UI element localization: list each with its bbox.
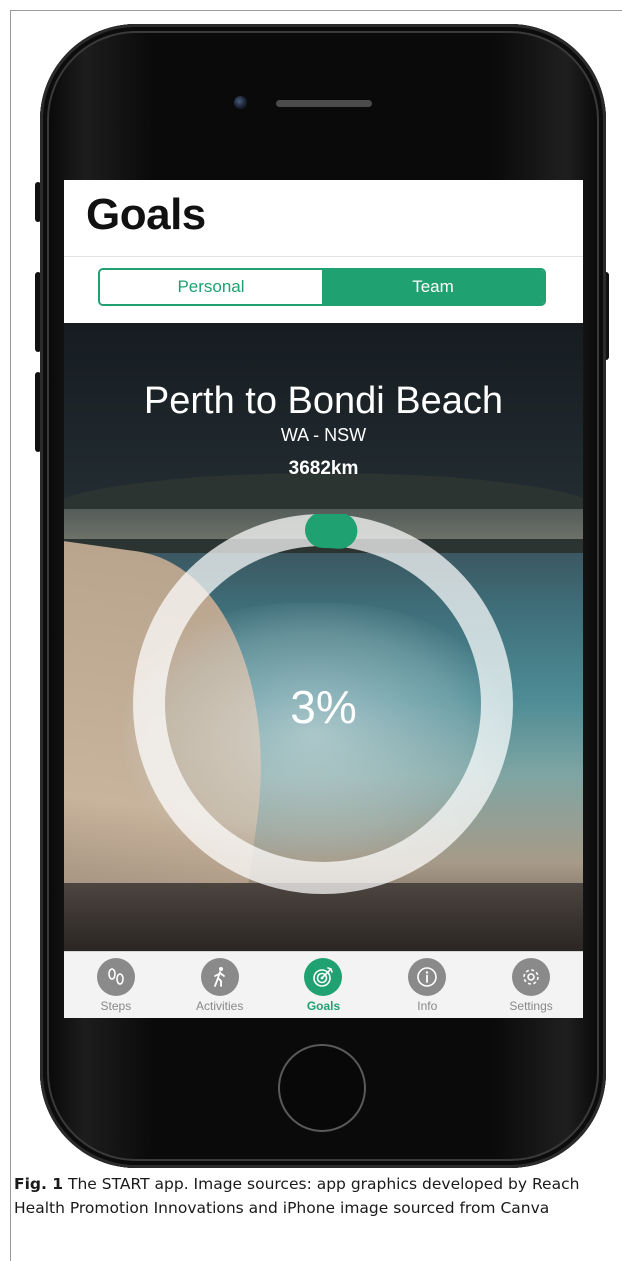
header: Goals (64, 180, 583, 257)
tab-steps[interactable]: Steps (64, 952, 168, 1018)
progress-percent: 3% (290, 681, 357, 733)
tab-goals[interactable]: Goals (272, 952, 376, 1018)
figure-caption: Fig. 1 The START app. Image sources: app… (14, 1172, 614, 1220)
app-screen: Goals Personal Team Perth to Bondi Beach… (64, 180, 583, 1018)
tab-settings[interactable]: Settings (479, 952, 583, 1018)
tab-label: Steps (100, 999, 132, 1013)
tab-label: Info (417, 999, 438, 1013)
segment-team[interactable]: Team (322, 270, 544, 304)
tab-activities[interactable]: Activities (168, 952, 272, 1018)
tab-label: Settings (509, 999, 553, 1013)
target-icon (304, 958, 343, 996)
earpiece-speaker (276, 100, 372, 107)
caption-label: Fig. 1 (14, 1175, 64, 1193)
footprints-icon (96, 958, 135, 996)
tab-info[interactable]: Info (375, 952, 479, 1018)
caption-text: The START app. Image sources: app graphi… (14, 1175, 580, 1217)
route-distance: 3682km (288, 458, 359, 479)
route-title: Perth to Bondi Beach (143, 380, 504, 422)
figure-border (10, 10, 11, 1261)
figure-border (10, 10, 622, 11)
walking-person-icon (200, 958, 239, 996)
home-button[interactable] (278, 1044, 366, 1132)
tab-label: Goals (306, 999, 341, 1013)
page-title: Goals (86, 190, 206, 239)
tab-bar: Steps Activities Goals Info Settings (64, 951, 583, 1018)
segment-personal[interactable]: Personal (100, 270, 322, 304)
info-icon (408, 958, 447, 996)
front-camera (234, 96, 247, 109)
segmented-control: Personal Team (98, 268, 546, 306)
route-states: WA - NSW (280, 425, 367, 445)
tab-label: Activities (196, 999, 244, 1013)
gear-icon (512, 958, 551, 996)
